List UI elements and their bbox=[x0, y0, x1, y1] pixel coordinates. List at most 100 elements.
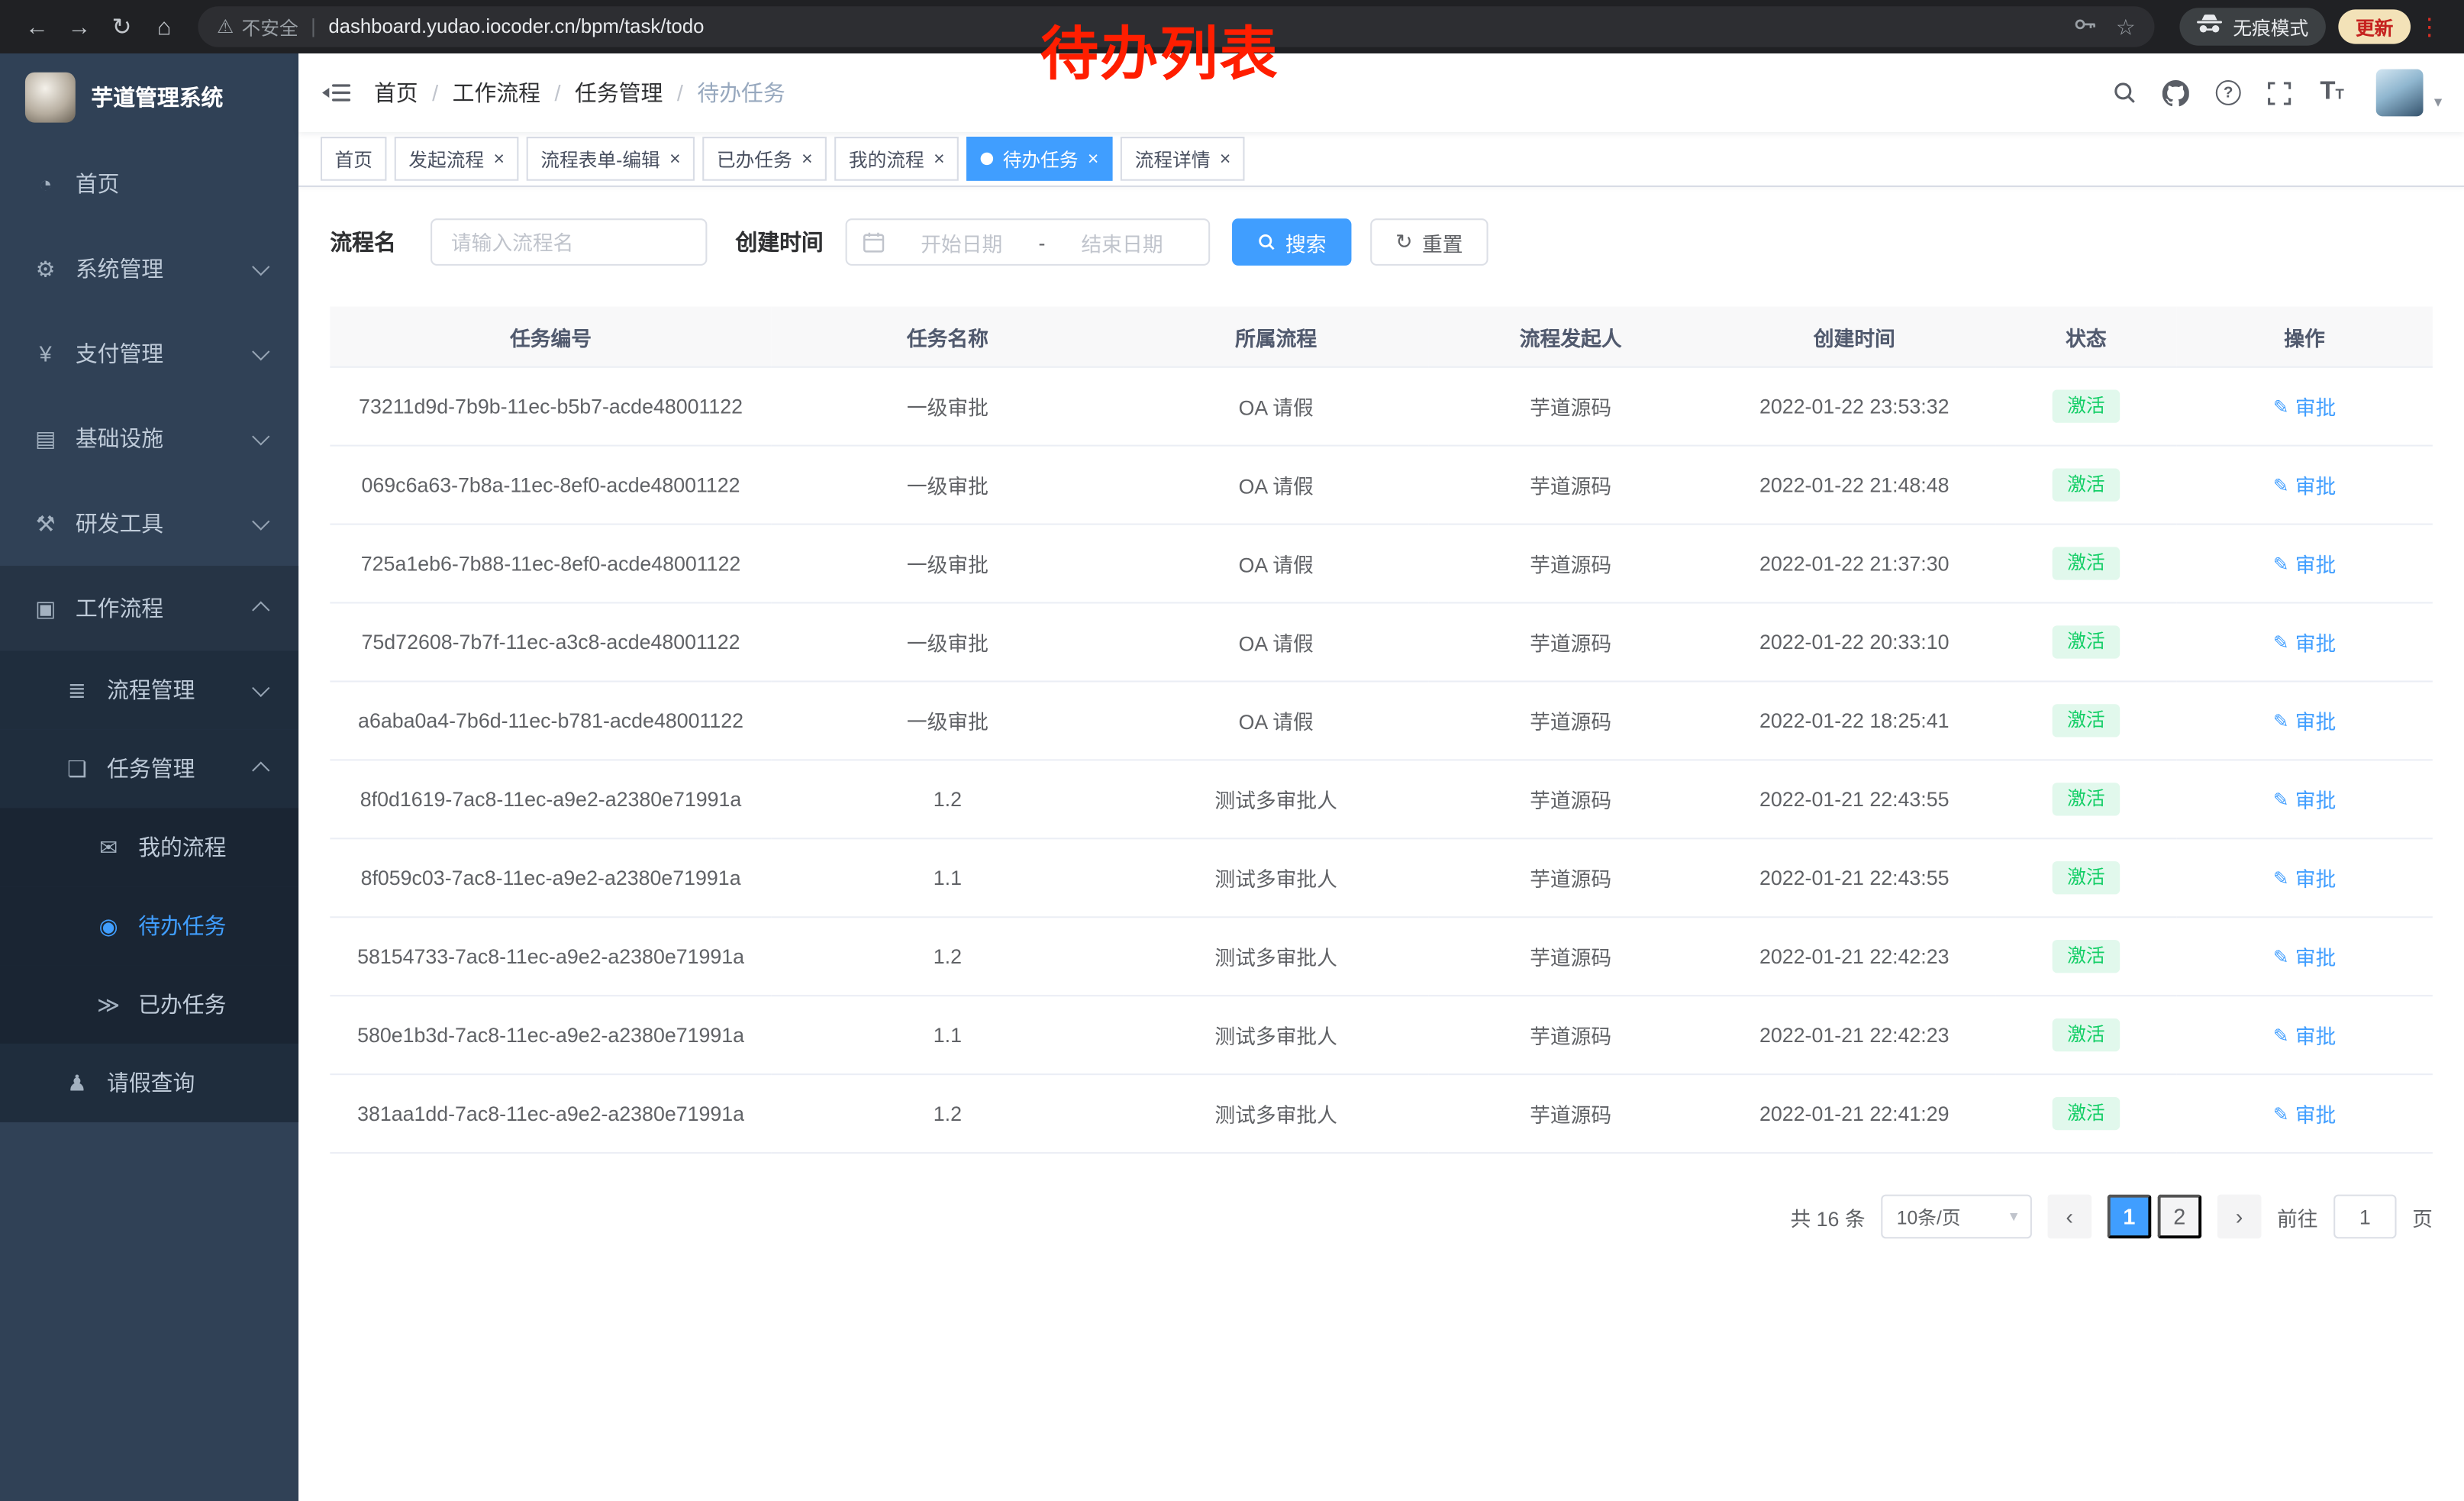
sidebar-toggle-icon[interactable] bbox=[298, 82, 374, 104]
cell-task-name: 一级审批 bbox=[772, 681, 1124, 760]
next-page-button[interactable]: › bbox=[2217, 1195, 2262, 1239]
avatar-caret-icon[interactable]: ▾ bbox=[2434, 95, 2442, 112]
app-logo-area: 芋道管理系统 bbox=[0, 53, 298, 141]
tab-done-tasks[interactable]: 已办任务 × bbox=[702, 137, 827, 181]
github-icon[interactable] bbox=[2156, 73, 2197, 114]
tab-todo-tasks[interactable]: 待办任务 × bbox=[966, 137, 1113, 181]
cell-task-name: 1.2 bbox=[772, 1074, 1124, 1153]
tab-my-process[interactable]: 我的流程 × bbox=[834, 137, 959, 181]
breadcrumb-item[interactable]: 工作流程 bbox=[453, 77, 540, 108]
approve-link[interactable]: ✎ 审批 bbox=[2273, 705, 2337, 735]
cell-process: OA 请假 bbox=[1124, 681, 1428, 760]
task-table: 任务编号任务名称所属流程流程发起人创建时间状态操作 73211d9d-7b9b-… bbox=[330, 306, 2433, 1154]
edit-icon: ✎ bbox=[2273, 553, 2289, 575]
column-header: 任务编号 bbox=[330, 306, 771, 366]
cell-process: OA 请假 bbox=[1124, 603, 1428, 682]
warning-icon: ⚠ bbox=[217, 16, 234, 38]
column-header: 所属流程 bbox=[1124, 306, 1428, 366]
cell-process: 测试多审批人 bbox=[1124, 917, 1428, 996]
tabs-bar: 首页 发起流程 × 流程表单-编辑 × 已办任务 × 我的流程 × 待办任务 ×… bbox=[298, 132, 2464, 187]
process-name-input[interactable] bbox=[431, 218, 707, 266]
breadcrumb-separator: / bbox=[677, 80, 683, 105]
key-icon[interactable] bbox=[2073, 12, 2097, 40]
approve-link[interactable]: ✎ 审批 bbox=[2273, 863, 2337, 893]
sidebar-item-payment[interactable]: ¥ 支付管理 bbox=[0, 311, 298, 396]
workflow-icon: ▣ bbox=[31, 595, 60, 621]
home-icon[interactable]: ⌂ bbox=[143, 5, 185, 48]
cell-process: OA 请假 bbox=[1124, 367, 1428, 446]
goto-label: 前往 bbox=[2277, 1202, 2318, 1231]
table-row: 58154733-7ac8-11ec-a9e2-a2380e71991a 1.2… bbox=[330, 917, 2433, 996]
sidebar-item-infrastructure[interactable]: ▤ 基础设施 bbox=[0, 396, 298, 481]
sidebar-item-task-management[interactable]: ❏ 任务管理 bbox=[0, 729, 298, 808]
done-icon: ≫ bbox=[95, 991, 123, 1018]
approve-link[interactable]: ✎ 审批 bbox=[2273, 470, 2337, 500]
tab-close-icon[interactable]: × bbox=[934, 150, 944, 169]
back-icon[interactable]: ← bbox=[16, 5, 59, 48]
navbar: 首页 / 工作流程 / 任务管理 / 待办任务 ? TT bbox=[298, 53, 2464, 132]
goto-page-input[interactable] bbox=[2333, 1195, 2396, 1239]
end-date-placeholder[interactable]: 结束日期 bbox=[1052, 227, 1193, 257]
tab-close-icon[interactable]: × bbox=[1220, 150, 1230, 169]
breadcrumb-separator: / bbox=[432, 80, 438, 105]
approve-link[interactable]: ✎ 审批 bbox=[2273, 1099, 2337, 1128]
tab-close-icon[interactable]: × bbox=[669, 150, 680, 169]
status-badge: 激活 bbox=[2053, 1096, 2119, 1130]
gear-icon: ⚙ bbox=[31, 256, 60, 282]
tab-close-icon[interactable]: × bbox=[493, 150, 504, 169]
sidebar-item-workflow[interactable]: ▣ 工作流程 bbox=[0, 566, 298, 650]
sidebar-item-home[interactable]: ◔ 首页 bbox=[0, 141, 298, 226]
forward-icon[interactable]: → bbox=[58, 5, 101, 48]
avatar[interactable] bbox=[2376, 69, 2424, 117]
cell-created: 2022-01-21 22:42:23 bbox=[1713, 917, 1996, 996]
breadcrumb-item[interactable]: 待办任务 bbox=[697, 77, 785, 108]
help-icon[interactable]: ? bbox=[2208, 73, 2249, 114]
update-button[interactable]: 更新 bbox=[2338, 9, 2411, 44]
tab-process-detail[interactable]: 流程详情 × bbox=[1121, 137, 1245, 181]
approve-link[interactable]: ✎ 审批 bbox=[2273, 548, 2337, 578]
tab-home[interactable]: 首页 bbox=[321, 137, 386, 181]
sidebar-item-my-process[interactable]: ✉ 我的流程 bbox=[0, 808, 298, 886]
column-header: 任务名称 bbox=[772, 306, 1124, 366]
edit-icon: ✎ bbox=[2273, 474, 2289, 496]
column-header: 创建时间 bbox=[1713, 306, 1996, 366]
tab-initiate-process[interactable]: 发起流程 × bbox=[395, 137, 519, 181]
search-button[interactable]: 搜索 bbox=[1232, 218, 1351, 266]
approve-link[interactable]: ✎ 审批 bbox=[2273, 392, 2337, 421]
date-range-picker[interactable]: 开始日期 - 结束日期 bbox=[846, 218, 1211, 266]
sidebar-item-process-management[interactable]: ≣ 流程管理 bbox=[0, 650, 298, 729]
reload-icon[interactable]: ↻ bbox=[101, 5, 144, 48]
breadcrumb-item[interactable]: 任务管理 bbox=[575, 77, 663, 108]
sidebar-item-dev-tools[interactable]: ⚒ 研发工具 bbox=[0, 481, 298, 566]
browser-menu-icon[interactable]: ⋮ bbox=[2411, 12, 2448, 40]
approve-link[interactable]: ✎ 审批 bbox=[2273, 784, 2337, 814]
bookmark-star-icon[interactable]: ☆ bbox=[2116, 13, 2136, 40]
active-dot bbox=[981, 153, 993, 165]
tab-process-form-edit[interactable]: 流程表单-编辑 × bbox=[527, 137, 695, 181]
search-icon[interactable] bbox=[2104, 73, 2146, 114]
approve-link[interactable]: ✎ 审批 bbox=[2273, 627, 2337, 657]
reset-button[interactable]: ↻ 重置 bbox=[1370, 218, 1488, 266]
prev-page-button[interactable]: ‹ bbox=[2047, 1195, 2091, 1239]
calendar-icon bbox=[863, 231, 885, 253]
breadcrumb-item[interactable]: 首页 bbox=[374, 77, 418, 108]
sidebar-item-todo-tasks[interactable]: ◉ 待办任务 bbox=[0, 886, 298, 965]
sidebar-item-done-tasks[interactable]: ≫ 已办任务 bbox=[0, 965, 298, 1044]
cell-initiator: 芋道源码 bbox=[1428, 838, 1713, 917]
tab-close-icon[interactable]: × bbox=[801, 150, 812, 169]
font-size-icon[interactable]: TT bbox=[2311, 73, 2353, 114]
tab-close-icon[interactable]: × bbox=[1088, 150, 1098, 169]
page-size-select[interactable]: 10条/页 ▾ bbox=[1881, 1195, 2032, 1239]
start-date-placeholder[interactable]: 开始日期 bbox=[891, 227, 1032, 257]
cell-initiator: 芋道源码 bbox=[1428, 681, 1713, 760]
sidebar-item-leave-query[interactable]: ♟ 请假查询 bbox=[0, 1044, 298, 1122]
fullscreen-icon[interactable] bbox=[2259, 73, 2301, 114]
approve-link[interactable]: ✎ 审批 bbox=[2273, 1020, 2337, 1050]
sidebar-item-system[interactable]: ⚙ 系统管理 bbox=[0, 226, 298, 311]
page-button-1[interactable]: 1 bbox=[2108, 1195, 2152, 1239]
approve-link[interactable]: ✎ 审批 bbox=[2273, 941, 2337, 971]
breadcrumb: 首页 / 工作流程 / 任务管理 / 待办任务 bbox=[374, 77, 785, 108]
url-text: dashboard.yudao.iocoder.cn/bpm/task/todo bbox=[328, 16, 704, 38]
cell-task-name: 一级审批 bbox=[772, 603, 1124, 682]
page-button-2[interactable]: 2 bbox=[2158, 1195, 2202, 1239]
